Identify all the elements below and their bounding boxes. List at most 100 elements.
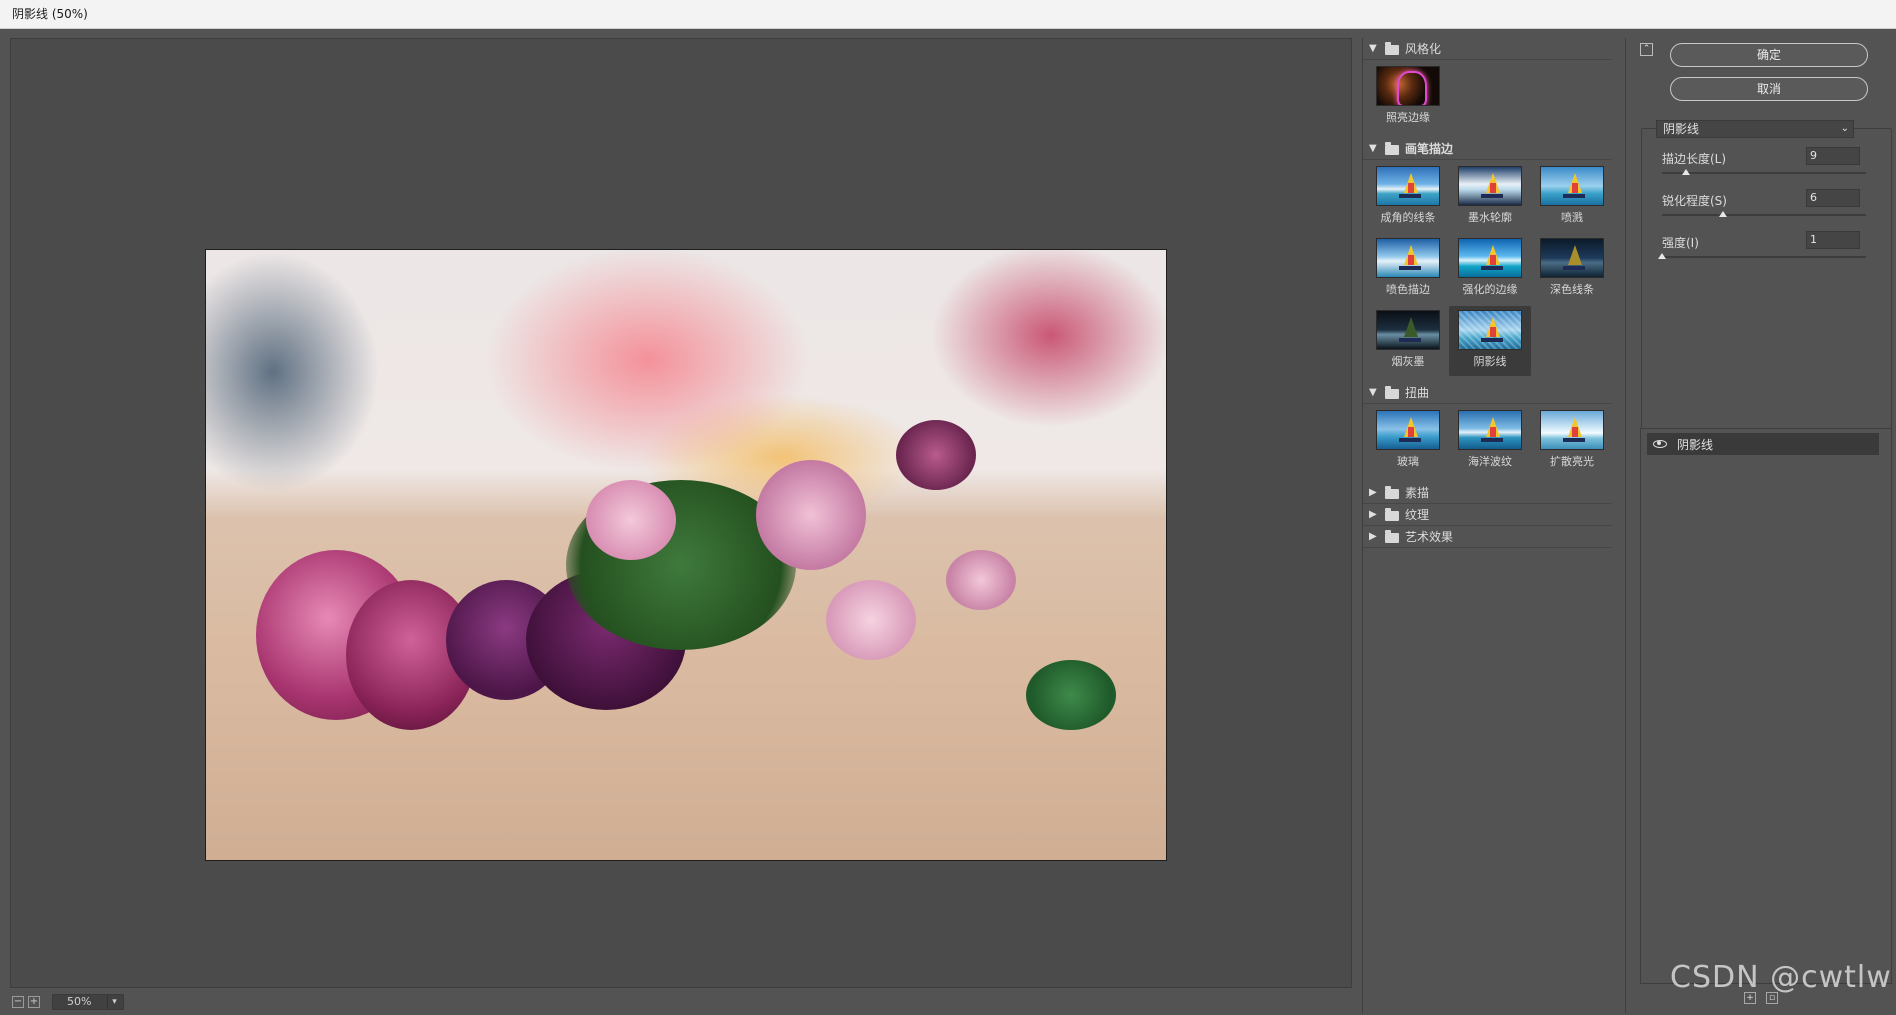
filter-thumb[interactable]: 烟灰墨 (1367, 306, 1449, 376)
filter-preview-image (1540, 410, 1604, 450)
filter-preview-image (1376, 310, 1440, 350)
filter-select-value: 阴影线 (1663, 122, 1700, 136)
filter-preview-image (1458, 410, 1522, 450)
category-distort: ▼ 扭曲 玻璃 海洋波纹 扩散亮光 (1363, 382, 1612, 482)
param-value-input[interactable]: 9 (1806, 147, 1860, 165)
slider-handle[interactable] (1719, 211, 1728, 217)
effect-layer-name: 阴影线 (1677, 437, 1714, 452)
folder-icon (1385, 485, 1399, 499)
slider-handle[interactable] (1682, 169, 1691, 175)
param-label: 描边长度(L) (1662, 152, 1727, 166)
collapse-triangle-icon: ▶ (1369, 530, 1377, 542)
filter-preview-image (1458, 238, 1522, 278)
slider-handle[interactable] (1658, 253, 1666, 259)
window-title: 阴影线 (50%) (0, 0, 1896, 29)
folder-icon (1385, 41, 1399, 55)
folder-icon (1385, 385, 1399, 399)
filter-thumb[interactable]: 强化的边缘 (1449, 234, 1531, 304)
slider-track[interactable] (1662, 256, 1866, 258)
filter-thumb[interactable]: 海洋波纹 (1449, 406, 1531, 476)
folder-icon (1385, 529, 1399, 543)
expand-triangle-icon: ▼ (1369, 42, 1377, 54)
filter-thumb[interactable]: 玻璃 (1367, 406, 1449, 476)
filter-label: 阴影线 (1473, 355, 1507, 368)
param-strength: 强度(I) 1 (1658, 231, 1882, 264)
filter-preview-image (1376, 410, 1440, 450)
eye-icon[interactable] (1653, 440, 1667, 448)
param-stroke-length: 描边长度(L) 9 (1662, 147, 1882, 180)
param-label: 锐化程度(S) (1662, 194, 1727, 208)
expand-triangle-icon: ▼ (1369, 386, 1377, 398)
filter-preview-image (1376, 238, 1440, 278)
filter-label: 强化的边缘 (1462, 283, 1518, 296)
preview-area[interactable] (10, 38, 1352, 988)
filter-thumb[interactable]: 成角的线条 (1367, 162, 1449, 232)
filter-preview-image (1458, 166, 1522, 206)
filter-thumb[interactable]: 深色线条 (1531, 234, 1613, 304)
category-artistic[interactable]: ▶ 艺术效果 (1363, 526, 1612, 548)
filter-preview-image (1540, 166, 1604, 206)
filter-label: 烟灰墨 (1391, 355, 1425, 368)
zoom-bar: − + 50% ▾ (12, 994, 124, 1010)
zoom-out-button[interactable]: − (12, 996, 24, 1008)
settings-panel: ⌃ 确定 取消 阴影线 ⌄ 描边长度(L) 9 锐化程度(S) 6 强度(I) … (1625, 38, 1896, 1013)
filter-thumb-glowing-edges[interactable]: 照亮边缘 (1367, 62, 1449, 132)
zoom-value: 50% (67, 995, 92, 1008)
filter-label: 墨水轮廓 (1468, 211, 1512, 224)
chevron-down-icon: ⌄ (1840, 123, 1849, 134)
filter-label: 玻璃 (1397, 455, 1419, 468)
category-name: 风格化 (1405, 41, 1442, 56)
filter-thumb[interactable]: 喷溅 (1531, 162, 1613, 232)
param-value-input[interactable]: 6 (1806, 189, 1860, 207)
param-label: 强度(I) (1662, 236, 1699, 250)
filter-label: 喷溅 (1561, 211, 1583, 224)
param-sharpness: 锐化程度(S) 6 (1662, 189, 1882, 222)
filter-select[interactable]: 阴影线 ⌄ (1656, 120, 1854, 138)
category-stylize: ▼ 风格化 照亮边缘 (1363, 38, 1612, 138)
category-brush-strokes: ▼ 画笔描边 成角的线条 墨水轮廓 喷溅 喷色描边 强化的边缘 深色线条 烟灰墨… (1363, 138, 1612, 382)
zoom-select[interactable]: 50% ▾ (52, 994, 124, 1010)
filter-preview-image (1376, 166, 1440, 206)
filter-preview-image (1540, 238, 1604, 278)
zoom-in-button[interactable]: + (28, 996, 40, 1008)
category-name: 画笔描边 (1405, 141, 1454, 156)
collapse-triangle-icon: ▶ (1369, 508, 1377, 520)
category-header[interactable]: ▼ 扭曲 (1363, 382, 1612, 404)
filter-thumb[interactable]: 墨水轮廓 (1449, 162, 1531, 232)
filter-thumb[interactable]: 喷色描边 (1367, 234, 1449, 304)
filter-label: 成角的线条 (1380, 211, 1436, 224)
chevron-down-icon: ▾ (107, 995, 121, 1009)
filter-thumb-selected[interactable]: 阴影线 (1449, 306, 1531, 376)
collapse-triangle-icon: ▶ (1369, 486, 1377, 498)
preview-image[interactable] (205, 249, 1167, 861)
filter-preview-image (1458, 310, 1522, 350)
category-texture[interactable]: ▶ 纹理 (1363, 504, 1612, 526)
category-name: 素描 (1405, 485, 1430, 500)
filter-thumb[interactable]: 扩散亮光 (1531, 406, 1613, 476)
filter-label: 海洋波纹 (1468, 455, 1512, 468)
folder-icon (1385, 507, 1399, 521)
category-name: 扭曲 (1405, 385, 1430, 400)
filter-preview-image (1376, 66, 1440, 106)
cancel-button[interactable]: 取消 (1670, 77, 1868, 101)
effect-layer-row[interactable]: 阴影线 (1647, 433, 1879, 455)
category-name: 纹理 (1405, 507, 1430, 522)
effect-layers-panel: 阴影线 (1640, 428, 1892, 984)
filter-label: 扩散亮光 (1550, 455, 1594, 468)
folder-open-icon (1385, 141, 1399, 155)
filter-label: 照亮边缘 (1386, 111, 1430, 124)
filter-label: 深色线条 (1550, 283, 1594, 296)
category-header[interactable]: ▼ 画笔描边 (1363, 138, 1612, 160)
slider-track[interactable] (1662, 172, 1866, 174)
filter-gallery: ▼ 风格化 照亮边缘 ▼ 画笔描边 成角的线条 墨水轮廓 喷溅 喷色描边 强化的… (1362, 38, 1612, 1013)
category-sketch[interactable]: ▶ 素描 (1363, 482, 1612, 504)
collapse-gallery-button[interactable]: ⌃ (1640, 43, 1653, 56)
slider-track[interactable] (1662, 214, 1866, 216)
category-header[interactable]: ▼ 风格化 (1363, 38, 1612, 60)
watermark: CSDN @cwtlw (1670, 960, 1892, 995)
filter-label: 喷色描边 (1386, 283, 1430, 296)
ok-button[interactable]: 确定 (1670, 43, 1868, 67)
expand-triangle-icon: ▼ (1369, 142, 1377, 154)
category-name: 艺术效果 (1405, 529, 1454, 544)
param-value-input[interactable]: 1 (1806, 231, 1860, 249)
